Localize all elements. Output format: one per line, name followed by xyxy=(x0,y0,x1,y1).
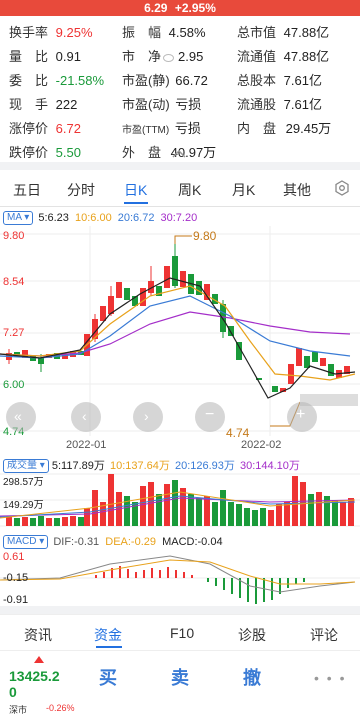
stat-order-ratio: 委 比 -21.58% xyxy=(9,73,105,88)
price-axis-1: 9.80 xyxy=(3,230,25,242)
info-tabs: 资讯 资金 F10 诊股 评论 xyxy=(0,614,360,651)
ma-selector[interactable]: MA ▾ xyxy=(3,211,34,225)
tab-daily-k[interactable]: 日K xyxy=(124,180,147,200)
expand-arrow-icon[interactable] xyxy=(34,656,44,663)
vol20-value: 20:126.93万 xyxy=(174,460,235,472)
change-percent: +2.95% xyxy=(174,1,216,15)
high-marker xyxy=(174,235,192,244)
stat-current-lot: 现 手 222 xyxy=(9,97,78,112)
divider xyxy=(0,206,360,207)
scroll-left-button[interactable]: ‹ xyxy=(71,402,101,432)
tab-monthly-k[interactable]: 月K xyxy=(232,180,255,200)
ma5-line xyxy=(0,277,356,399)
tab-intraday[interactable]: 分时 xyxy=(67,180,95,200)
stat-pe-dynamic: 市盈(动) 亏损 xyxy=(122,97,202,112)
stat-turnover: 换手率 9.25% xyxy=(9,25,93,40)
vol5-value: 5:117.89万 xyxy=(51,460,105,472)
stat-pb: 市 净 2.95 xyxy=(122,49,204,64)
stat-total-shares: 总股本 7.61亿 xyxy=(237,73,322,88)
gear-icon[interactable] xyxy=(334,180,350,196)
current-price: 6.29 xyxy=(144,1,168,15)
divider xyxy=(0,162,360,170)
date-label-2: 2022-02 xyxy=(241,439,282,451)
tab-news[interactable]: 资讯 xyxy=(24,625,52,645)
stat-market-cap: 总市值 47.88亿 xyxy=(237,25,330,40)
eye-icon[interactable] xyxy=(163,53,175,62)
ma30-value: 30:7.20 xyxy=(160,211,198,224)
ma-legend: MA ▾ 5:6.23 10:6.00 20:6.72 30:7.20 xyxy=(3,211,197,225)
stats-panel: 换手率 9.25% 量 比 0.91 委 比 -21.58% 现 手 222 涨… xyxy=(0,18,360,160)
stat-limit-up: 涨停价 6.72 xyxy=(9,121,81,136)
vol-axis-top: 298.57万 xyxy=(3,477,44,488)
stat-amplitude: 振 幅 4.58% xyxy=(122,25,206,40)
macd-legend: MACD ▾ DIF:-0.31 DEA:-0.29 MACD:-0.04 xyxy=(3,535,223,549)
stat-float-shares: 流通股 7.61亿 xyxy=(237,97,322,112)
dif-value: DIF:-0.31 xyxy=(53,535,100,548)
low-label: 4.74 xyxy=(226,426,250,440)
stat-pe-ttm: 市盈(TTM) 亏损 xyxy=(122,121,201,136)
stat-float-cap: 流通值 47.88亿 xyxy=(237,49,330,64)
tab-funds[interactable]: 资金 xyxy=(94,625,122,645)
tab-weekly-k[interactable]: 周K xyxy=(178,180,201,200)
dea-value: DEA:-0.29 xyxy=(105,535,156,548)
index-change: -0.26% xyxy=(46,703,75,713)
index-name: 深市 xyxy=(9,705,28,715)
stat-volume-ratio: 量 比 0.91 xyxy=(9,49,81,64)
high-label: 9.80 xyxy=(193,229,217,243)
scroll-left-fast-button[interactable]: « xyxy=(6,402,36,432)
candles xyxy=(6,244,350,392)
macd-axis-top: 0.61 xyxy=(3,551,25,563)
stat-limit-down: 跌停价 5.50 xyxy=(9,145,81,160)
index-value[interactable]: 13425.20 xyxy=(9,668,65,700)
macd-axis-bot: -0.91 xyxy=(3,594,29,606)
stat-pe-static: 市盈(静) 66.72 xyxy=(122,73,208,88)
price-axis-2: 8.54 xyxy=(3,276,25,288)
date-label-1: 2022-01 xyxy=(66,439,107,451)
top-price-bar: 6.29 +2.95% xyxy=(0,0,360,16)
vol-axis-mid: 149.29万 xyxy=(3,500,44,511)
ma10-value: 10:6.00 xyxy=(74,211,112,224)
scroll-right-button[interactable]: › xyxy=(133,402,163,432)
cancel-order-button[interactable]: 撤 xyxy=(243,664,261,690)
price-axis-4: 6.00 xyxy=(3,379,25,391)
buy-button[interactable]: 买 xyxy=(99,664,117,690)
tab-five-day[interactable]: 五日 xyxy=(13,180,41,200)
chevron-up-icon[interactable] xyxy=(172,150,186,158)
macd-value: MACD:-0.04 xyxy=(162,535,223,548)
tab-comments[interactable]: 评论 xyxy=(310,625,338,645)
stat-inner-volume: 内 盘 29.45万 xyxy=(237,121,332,136)
vol30-value: 30:144.10万 xyxy=(239,460,300,472)
volume-chart[interactable] xyxy=(0,472,360,528)
tab-f10[interactable]: F10 xyxy=(170,625,194,641)
volume-selector[interactable]: 成交量 ▾ xyxy=(3,459,49,474)
vol10-value: 10:137.64万 xyxy=(109,460,170,472)
zoom-out-button[interactable]: − xyxy=(195,402,225,432)
volume-legend: 成交量 ▾ 5:117.89万 10:137.64万 20:126.93万 30… xyxy=(3,457,300,474)
sell-button[interactable]: 卖 xyxy=(171,664,189,690)
tab-other[interactable]: 其他 xyxy=(283,180,311,200)
ma20-value: 20:6.72 xyxy=(117,211,155,224)
macd-chart[interactable] xyxy=(0,550,360,606)
period-tabs: 五日 分时 日K 周K 月K 其他 xyxy=(0,176,360,204)
more-icon[interactable]: • • • xyxy=(314,670,346,686)
ma5-value: 5:6.23 xyxy=(38,211,69,224)
active-tab-indicator xyxy=(124,202,148,204)
divider xyxy=(0,606,360,614)
price-axis-3: 7.27 xyxy=(3,327,25,339)
active-bottom-tab-indicator xyxy=(96,646,122,648)
macd-selector[interactable]: MACD ▾ xyxy=(3,535,49,549)
macd-axis-mid: -0.15 xyxy=(3,572,29,584)
stat-outer-volume: 外 盘 40.97万 xyxy=(122,145,217,160)
zoom-in-button[interactable]: + xyxy=(287,402,317,432)
price-summary: 6.29 +2.95% xyxy=(0,1,360,15)
tab-diagnosis[interactable]: 诊股 xyxy=(238,625,266,645)
